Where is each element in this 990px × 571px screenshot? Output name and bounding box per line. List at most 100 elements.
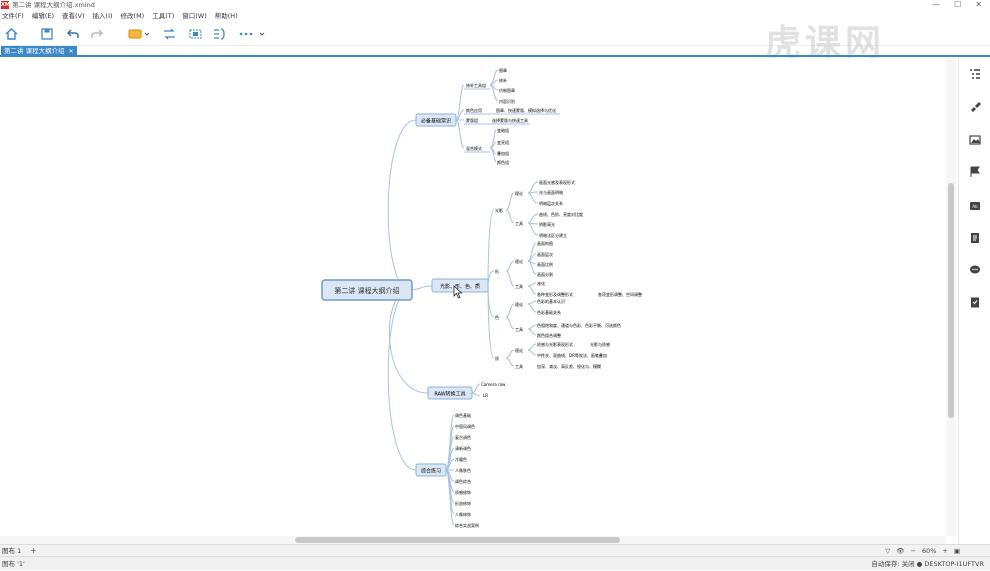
- b1-c4-item[interactable]: 叠加组: [497, 150, 509, 156]
- boundary-icon[interactable]: [188, 27, 202, 41]
- horizontal-scrollbar[interactable]: [0, 536, 946, 544]
- b2-g3-item[interactable]: 色相饱和度、通道与色彩、色彩平衡、可选颜色: [537, 322, 621, 328]
- menu-modify[interactable]: 修改(M): [121, 11, 145, 22]
- topic-b4[interactable]: 综合练习: [415, 463, 447, 477]
- b4-item[interactable]: 质感修饰: [455, 489, 471, 495]
- b2-g3-tools[interactable]: 工具: [515, 326, 523, 332]
- format-brush-icon[interactable]: [969, 100, 981, 112]
- comments-icon[interactable]: [969, 264, 981, 276]
- b2-g3-item[interactable]: 颜色组合调整: [537, 332, 561, 338]
- central-topic[interactable]: 第二讲 课程大纲介绍: [321, 279, 413, 301]
- b1-c1-item[interactable]: 修补: [499, 77, 507, 83]
- vertical-scroll-thumb[interactable]: [948, 183, 954, 418]
- b3-item[interactable]: Camera raw: [481, 382, 506, 387]
- b2-g2-item[interactable]: 各种变形及调整形式: [537, 291, 573, 297]
- b3-item[interactable]: LR: [483, 393, 488, 398]
- b2-g4-item[interactable]: 中性灰、双曲线、DR等效法、画笔叠加: [537, 352, 607, 358]
- maximize-button[interactable]: ☐: [954, 0, 961, 10]
- b4-item[interactable]: 人像修饰: [455, 511, 471, 517]
- b1-c2-label[interactable]: 颜色应用: [466, 107, 482, 113]
- b2-g2-label[interactable]: 形: [495, 268, 499, 274]
- tab-document[interactable]: 第二讲 课程大纲介绍 ✕: [1, 46, 77, 57]
- image-icon[interactable]: [969, 134, 981, 146]
- b2-g1-item[interactable]: 画面光感及表现形式: [539, 179, 575, 185]
- b2-g2-theory[interactable]: 理论: [515, 258, 523, 264]
- b2-g4-item[interactable]: 质感与光影表现形式: [537, 341, 573, 347]
- menu-view[interactable]: 查看(V): [62, 11, 85, 22]
- b4-item[interactable]: 冷暖色: [455, 456, 467, 462]
- save-icon[interactable]: [40, 27, 54, 41]
- b4-item[interactable]: 形态修饰: [455, 500, 471, 506]
- b4-item[interactable]: 中国风调色: [455, 423, 475, 429]
- topic-b2[interactable]: 光影、形、色、质: [431, 278, 489, 293]
- b2-g2-item[interactable]: 画面层次: [537, 251, 553, 257]
- b4-item[interactable]: 人像肤色: [455, 467, 471, 473]
- b1-c4-item[interactable]: 变亮组: [497, 139, 509, 145]
- b1-c2-text[interactable]: 图章、快速蒙版、模拟选择与优化: [496, 107, 556, 113]
- b1-c3-text[interactable]: 选择蒙版与快速工具: [492, 117, 528, 123]
- b2-g3-label[interactable]: 色: [495, 314, 499, 320]
- b2-g2-item[interactable]: 画面构图: [537, 240, 553, 246]
- marker-flag-icon[interactable]: [969, 166, 981, 178]
- sticker-icon[interactable]: Ab: [969, 200, 981, 212]
- b4-item[interactable]: 综合实战案例: [455, 522, 479, 528]
- menu-file[interactable]: 文件(F): [2, 11, 24, 22]
- b2-g4-theory[interactable]: 理论: [515, 347, 523, 353]
- vertical-scrollbar[interactable]: [946, 58, 956, 536]
- b1-c1-item[interactable]: 仿制图章: [499, 87, 515, 93]
- b2-g2-item[interactable]: 画面比例: [537, 261, 553, 267]
- home-icon[interactable]: [4, 27, 18, 41]
- b1-c1-label[interactable]: 修补工具组: [466, 82, 486, 88]
- b2-g2-item[interactable]: 液化: [537, 280, 545, 286]
- task-icon[interactable]: [969, 296, 981, 308]
- minimize-button[interactable]: —: [932, 0, 940, 10]
- tab-close-icon[interactable]: ✕: [69, 46, 74, 57]
- summary-icon[interactable]: [212, 27, 226, 41]
- b1-c1-item[interactable]: 图章: [499, 67, 507, 73]
- b1-c4-item[interactable]: 变暗组: [497, 127, 509, 133]
- b2-g1-item[interactable]: 曲线、色阶、亮度对比度: [539, 211, 583, 217]
- b2-g1-item[interactable]: 明暗层次关系: [539, 200, 563, 206]
- b4-item[interactable]: 调色综合: [455, 478, 471, 484]
- b2-g2-tools[interactable]: 工具: [515, 283, 523, 289]
- b2-g2-item[interactable]: 画面分割: [537, 271, 553, 277]
- topic-icon[interactable]: [128, 27, 150, 41]
- b2-g4-tools[interactable]: 工具: [515, 363, 523, 369]
- b2-g4-item[interactable]: 加深、减淡、高反差、锐化与、模糊: [537, 363, 601, 369]
- menu-window[interactable]: 窗口(W): [182, 11, 207, 22]
- b1-c1-item[interactable]: 内容识别: [499, 98, 515, 104]
- b1-c4-label[interactable]: 混合模式: [466, 145, 482, 151]
- b2-g1-item[interactable]: 光与画面明暗: [539, 189, 563, 195]
- b2-g1-label[interactable]: 光影: [495, 207, 503, 213]
- more-icon[interactable]: [238, 27, 266, 41]
- horizontal-scroll-thumb[interactable]: [295, 537, 620, 543]
- b2-g1-tools[interactable]: 工具: [515, 220, 523, 226]
- b2-g4-item[interactable]: 光影与质感: [590, 341, 610, 347]
- menu-insert[interactable]: 插入(I): [93, 11, 113, 22]
- menu-help[interactable]: 帮助(H): [215, 11, 238, 22]
- notes-icon[interactable]: [969, 232, 981, 244]
- b2-g3-theory[interactable]: 理论: [515, 301, 523, 307]
- b1-c4-item[interactable]: 颜色组: [497, 159, 509, 165]
- close-button[interactable]: ✕: [975, 0, 982, 10]
- topic-b1[interactable]: 必备基础常识: [415, 113, 457, 127]
- mindmap-canvas[interactable]: 第二讲 课程大纲介绍 必备基础常识 修补工具组 图章 修补 仿制图章 内容识别 …: [0, 58, 958, 536]
- b2-g3-item[interactable]: 色彩的基本认识: [537, 298, 565, 304]
- b4-item[interactable]: 调色基础: [455, 412, 471, 418]
- undo-icon[interactable]: [66, 27, 80, 41]
- b2-g1-item[interactable]: 阴影高光: [539, 221, 555, 227]
- b4-item[interactable]: 清新调色: [455, 445, 471, 451]
- b2-g1-item[interactable]: 明暗法区分建立: [539, 232, 567, 238]
- b2-g2-item[interactable]: 各项变形调整、空间调整: [598, 291, 642, 297]
- relationship-icon[interactable]: [162, 27, 176, 41]
- b4-item[interactable]: 复古调色: [455, 434, 471, 440]
- b1-c3-label[interactable]: 蒙版组: [466, 117, 478, 123]
- redo-icon[interactable]: [90, 27, 104, 41]
- topic-b3[interactable]: RAW转换工具: [427, 386, 473, 400]
- menu-tools[interactable]: 工具(T): [152, 11, 174, 22]
- b2-g1-theory[interactable]: 理论: [515, 190, 523, 196]
- outline-icon[interactable]: [969, 68, 981, 80]
- b2-g3-item[interactable]: 色彩基础关系: [537, 309, 561, 315]
- menu-edit[interactable]: 编辑(E): [32, 11, 54, 22]
- b2-g4-label[interactable]: 质: [495, 355, 499, 361]
